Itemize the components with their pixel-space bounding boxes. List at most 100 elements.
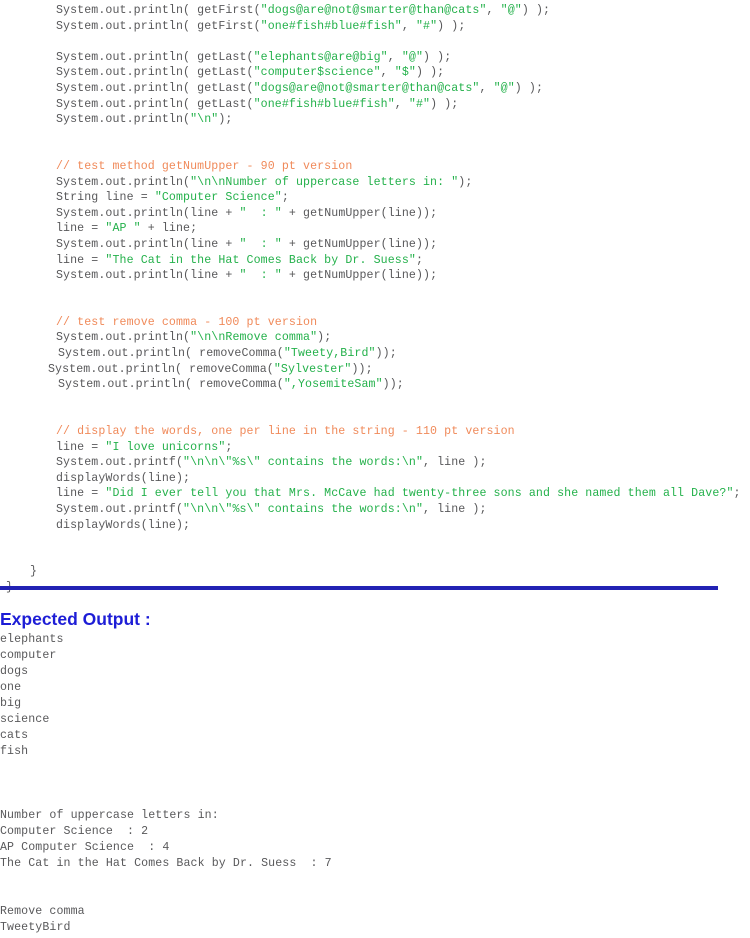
code-token-plain: System.out.println( getFirst( [56, 19, 261, 33]
code-line: } [0, 564, 750, 580]
code-token-plain: , [486, 4, 501, 17]
code-token-plain: System.out.printf( [56, 456, 184, 470]
code-line: System.out.println( getFirst("dogs@are@n… [0, 3, 750, 19]
code-token-plain: + getNumUpper(line)); [281, 237, 438, 251]
code-token-plain: line = [56, 487, 106, 501]
code-token-plain: System.out.println( getLast( [56, 66, 254, 80]
code-token-str: "dogs@are@not@smarter@than@cats" [260, 4, 487, 17]
code-line: // test remove comma - 100 pt version [0, 315, 750, 331]
expected-output-section: Expected Output : elephants computer dogs o… [0, 609, 750, 936]
code-token-plain: ; [415, 253, 423, 267]
code-token-plain: + getNumUpper(line)); [281, 206, 438, 220]
code-token-plain: System.out.println( getLast( [56, 50, 254, 64]
code-line: System.out.printf("\n\n\"%s\" contains t… [0, 455, 750, 471]
code-token-plain: , [380, 66, 395, 80]
code-token-plain: , [387, 50, 402, 64]
output-line: one [0, 681, 22, 694]
code-token-str: "\n\nNumber of uppercase letters in: " [190, 175, 459, 189]
code-token-str: "Sylvester" [273, 362, 352, 376]
code-token-plain: line = [56, 440, 106, 454]
code-line: line = "AP " + line; [0, 221, 750, 237]
code-token-plain: ); [317, 331, 332, 345]
code-line: System.out.println(line + " : " + getNum… [0, 206, 750, 222]
code-token-plain: String line = [56, 191, 155, 205]
output-blank-line [0, 776, 750, 792]
code-token-plain: System.out.println( [56, 175, 191, 189]
code-token-str: "Computer Science" [154, 191, 282, 205]
code-token-plain: line = [56, 222, 106, 236]
section-divider [0, 586, 718, 590]
code-token-plain: line = [56, 253, 106, 267]
code-line: line = "I love unicorns"; [0, 440, 750, 456]
code-line: // test method getNumUpper - 90 pt versi… [0, 159, 750, 175]
code-token-str: "dogs@are@not@smarter@than@cats" [253, 81, 480, 95]
code-token-plain: System.out.println( [56, 113, 191, 127]
code-token-plain: ); [458, 175, 473, 189]
code-token-plain: System.out.println(line + [56, 237, 240, 251]
code-line: System.out.println("\n"); [0, 112, 750, 128]
code-line: line = "Did I ever tell you that Mrs. Mc… [0, 486, 750, 502]
output-line: AP Computer Science : 4 [0, 841, 170, 854]
code-token-plain: ; [733, 487, 741, 501]
code-token-plain: ) ); [437, 19, 466, 33]
code-token-str: "one#fish#blue#fish" [260, 19, 402, 33]
output-blank-line [0, 872, 750, 888]
code-token-plain: , [401, 19, 416, 33]
code-token-str: "#" [408, 97, 431, 111]
output-line: computer [0, 649, 57, 662]
code-token-plain: displayWords(line); [56, 518, 191, 532]
code-token-plain: )); [382, 378, 404, 392]
expected-output-lines: elephants computer dogs one big science cats fi… [0, 632, 750, 936]
code-token-plain: , [394, 97, 409, 111]
code-token-cmt: // test method getNumUpper - 90 pt versi… [56, 159, 353, 173]
code-token-plain: , line ); [423, 456, 487, 470]
code-token-plain: System.out.println( removeComma( [48, 362, 274, 376]
code-token-plain: System.out.println( getFirst( [56, 4, 261, 17]
output-line: cats [0, 729, 29, 742]
code-token-str: " : " [239, 269, 282, 283]
code-token-str: "I love unicorns" [105, 440, 226, 454]
code-token-plain: )); [351, 362, 373, 376]
code-line: System.out.println("\n\nRemove comma"); [0, 330, 750, 346]
code-token-str: "\n\n\"%s\" contains the words:\n" [183, 503, 423, 516]
code-line: System.out.println( removeComma("Sylvest… [0, 362, 750, 378]
output-blank-line [0, 760, 750, 776]
code-token-plain: ) ); [415, 66, 445, 80]
output-line: science [0, 713, 50, 726]
code-token-str: "\n\nRemove comma" [190, 331, 318, 345]
code-token-plain: System.out.println( removeComma( [58, 347, 284, 361]
code-token-plain: System.out.println(line + [56, 206, 240, 220]
code-token-plain: , line ); [423, 503, 487, 516]
code-token-plain: } [30, 565, 38, 579]
code-line: System.out.println( getFirst("one#fish#b… [0, 19, 750, 35]
code-token-plain: System.out.println( [56, 331, 191, 345]
code-line: System.out.println( removeComma("Tweety,… [0, 346, 750, 362]
code-listing: System.out.println( getFirst("dogs@are@n… [0, 0, 750, 596]
code-line: System.out.println(line + " : " + getNum… [0, 268, 750, 284]
page-root: System.out.println( getFirst("dogs@are@n… [0, 0, 750, 938]
code-line: System.out.printf("\n\n\"%s\" contains t… [0, 502, 750, 518]
code-token-plain: ); [218, 113, 233, 127]
output-blank-line [0, 888, 750, 904]
code-line: System.out.println( removeComma(",Yosemi… [0, 377, 750, 393]
code-token-plain: System.out.printf( [56, 503, 184, 516]
code-token-str: "@" [401, 50, 424, 64]
code-line: System.out.println( getLast("elephants@a… [0, 50, 750, 66]
output-line: Computer Science : 2 [0, 825, 149, 838]
code-token-str: "Tweety,Bird" [283, 347, 376, 361]
expected-output-heading: Expected Output : [0, 609, 151, 629]
code-token-plain: ) ); [514, 81, 543, 95]
code-token-plain: System.out.println( getLast( [56, 81, 254, 95]
code-line: displayWords(line); [0, 518, 750, 534]
code-line: String line = "Computer Science"; [0, 190, 750, 206]
code-token-str: "computer$science" [253, 66, 381, 80]
code-token-plain: , [479, 81, 494, 95]
